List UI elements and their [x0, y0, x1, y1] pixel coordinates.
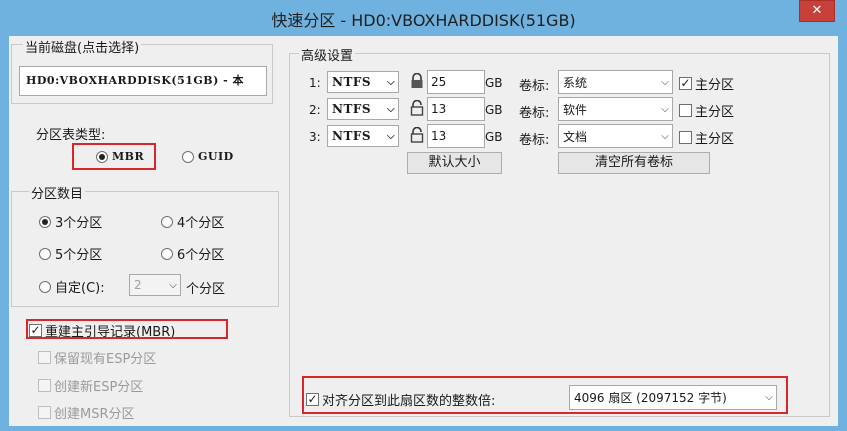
dialog-body: 当前磁盘(点击选择) HD0:VBOXHARDDISK(51GB) - 本 分区…: [9, 36, 838, 426]
title-bar[interactable]: 快速分区 - HD0:VBOXHARDDISK(51GB) ✕: [0, 0, 847, 36]
advanced-settings-label: 高级设置: [299, 45, 356, 64]
radio-dot-6: [161, 247, 173, 260]
row-1-primary-label: 主分区: [695, 78, 735, 93]
chevron-down-icon: ⌵: [169, 279, 177, 291]
current-disk-label: 当前磁盘(点击选择): [23, 37, 142, 56]
row-2-volume-caption: 卷标:: [519, 106, 550, 121]
row-3-volume-select[interactable]: 文档 ⌵: [558, 124, 673, 148]
lock-open-icon[interactable]: [410, 127, 424, 143]
radio-4-partitions[interactable]: 4个分区: [161, 212, 224, 231]
radio-dot-4: [161, 215, 173, 228]
row-2-fs-value: NTFS: [332, 102, 372, 116]
row-1-volume-value: 系统: [563, 75, 588, 90]
row-1-index: 1:: [309, 76, 321, 90]
clear-labels-button[interactable]: 清空所有卷标: [558, 152, 710, 174]
current-disk-field[interactable]: HD0:VBOXHARDDISK(51GB) - 本: [19, 66, 267, 96]
row-2-volume-select[interactable]: 软件 ⌵: [558, 97, 673, 121]
radio-6-partitions[interactable]: 6个分区: [161, 244, 224, 263]
chevron-down-icon: ⌵: [386, 103, 396, 115]
row-1-size-input[interactable]: 25: [427, 70, 485, 94]
radio-5-partitions[interactable]: 5个分区: [39, 244, 102, 263]
row-2-size-input[interactable]: 13: [427, 97, 485, 121]
radio-3-partitions[interactable]: 3个分区: [39, 212, 102, 231]
row-2-index: 2:: [309, 103, 321, 117]
dialog-window: 快速分区 - HD0:VBOXHARDDISK(51GB) ✕ 当前磁盘(点击选…: [0, 0, 847, 431]
row-3-primary-box: [679, 131, 692, 144]
checkbox-keep-esp-box: [38, 351, 51, 364]
align-highlight-box: [302, 376, 788, 414]
chevron-down-icon: ⌵: [386, 76, 396, 88]
row-2-fs-select[interactable]: NTFS ⌵: [327, 98, 399, 120]
create-esp-label: 创建新ESP分区: [54, 380, 144, 395]
radio-custom[interactable]: 自定(C):: [39, 277, 105, 296]
row-2-unit: GB: [485, 103, 503, 117]
radio-4-label: 4个分区: [177, 216, 225, 231]
default-size-button[interactable]: 默认大小: [407, 152, 502, 174]
mbr-highlight-box: [72, 143, 156, 170]
row-3-primary-checkbox[interactable]: 主分区: [679, 128, 734, 147]
radio-dot-custom: [39, 280, 51, 293]
row-1-volume-caption: 卷标:: [519, 79, 550, 94]
chevron-down-icon: ⌵: [661, 103, 669, 115]
row-3-unit: GB: [485, 130, 503, 144]
lock-open-icon[interactable]: [410, 100, 424, 116]
close-button[interactable]: ✕: [799, 0, 835, 22]
row-2-primary-box: [679, 104, 692, 117]
radio-6-label: 6个分区: [177, 248, 225, 263]
radio-dot-3: [39, 215, 51, 228]
partition-table-label: 分区表类型:: [36, 128, 106, 143]
chevron-down-icon: ⌵: [661, 76, 669, 88]
row-2-primary-label: 主分区: [695, 105, 735, 120]
row-3-size-input[interactable]: 13: [427, 124, 485, 148]
create-msr-label: 创建MSR分区: [54, 407, 135, 422]
row-3-primary-label: 主分区: [695, 132, 735, 147]
partition-count-label: 分区数目: [29, 183, 86, 202]
chevron-down-icon: ⌵: [661, 130, 669, 142]
checkbox-create-esp[interactable]: 创建新ESP分区: [38, 376, 143, 395]
radio-custom-label: 自定(C):: [55, 281, 105, 296]
row-1-fs-select[interactable]: NTFS ⌵: [327, 71, 399, 93]
window-title: 快速分区 - HD0:VBOXHARDDISK(51GB): [271, 11, 576, 30]
row-3-index: 3:: [309, 130, 321, 144]
radio-dot-guid: [182, 150, 194, 163]
custom-count-suffix: 个分区: [186, 282, 226, 297]
checkbox-keep-esp[interactable]: 保留现有ESP分区: [38, 348, 156, 367]
checkbox-create-esp-box: [38, 379, 51, 392]
row-3-fs-value: NTFS: [332, 129, 372, 143]
radio-dot-5: [39, 247, 51, 260]
row-3-fs-select[interactable]: NTFS ⌵: [327, 125, 399, 147]
lock-closed-icon[interactable]: [410, 73, 424, 89]
custom-count-value: 2: [134, 278, 142, 292]
row-1-fs-value: NTFS: [332, 75, 372, 89]
row-1-unit: GB: [485, 76, 503, 90]
checkbox-create-msr[interactable]: 创建MSR分区: [38, 403, 135, 422]
keep-esp-label: 保留现有ESP分区: [54, 352, 157, 367]
rebuild-mbr-highlight-box: [26, 319, 228, 339]
row-1-primary-checkbox[interactable]: ✓ 主分区: [679, 74, 734, 93]
row-1-volume-select[interactable]: 系统 ⌵: [558, 70, 673, 94]
row-2-primary-checkbox[interactable]: 主分区: [679, 101, 734, 120]
chevron-down-icon: ⌵: [386, 130, 396, 142]
radio-5-label: 5个分区: [55, 248, 103, 263]
row-3-volume-caption: 卷标:: [519, 133, 550, 148]
radio-guid-label: GUID: [198, 150, 234, 163]
row-3-volume-value: 文档: [563, 129, 588, 144]
custom-count-select[interactable]: 2 ⌵: [129, 274, 181, 296]
check-icon: ✓: [679, 76, 692, 90]
row-2-volume-value: 软件: [563, 102, 588, 117]
checkbox-create-msr-box: [38, 406, 51, 419]
radio-3-label: 3个分区: [55, 216, 103, 231]
radio-guid[interactable]: GUID: [182, 150, 234, 163]
